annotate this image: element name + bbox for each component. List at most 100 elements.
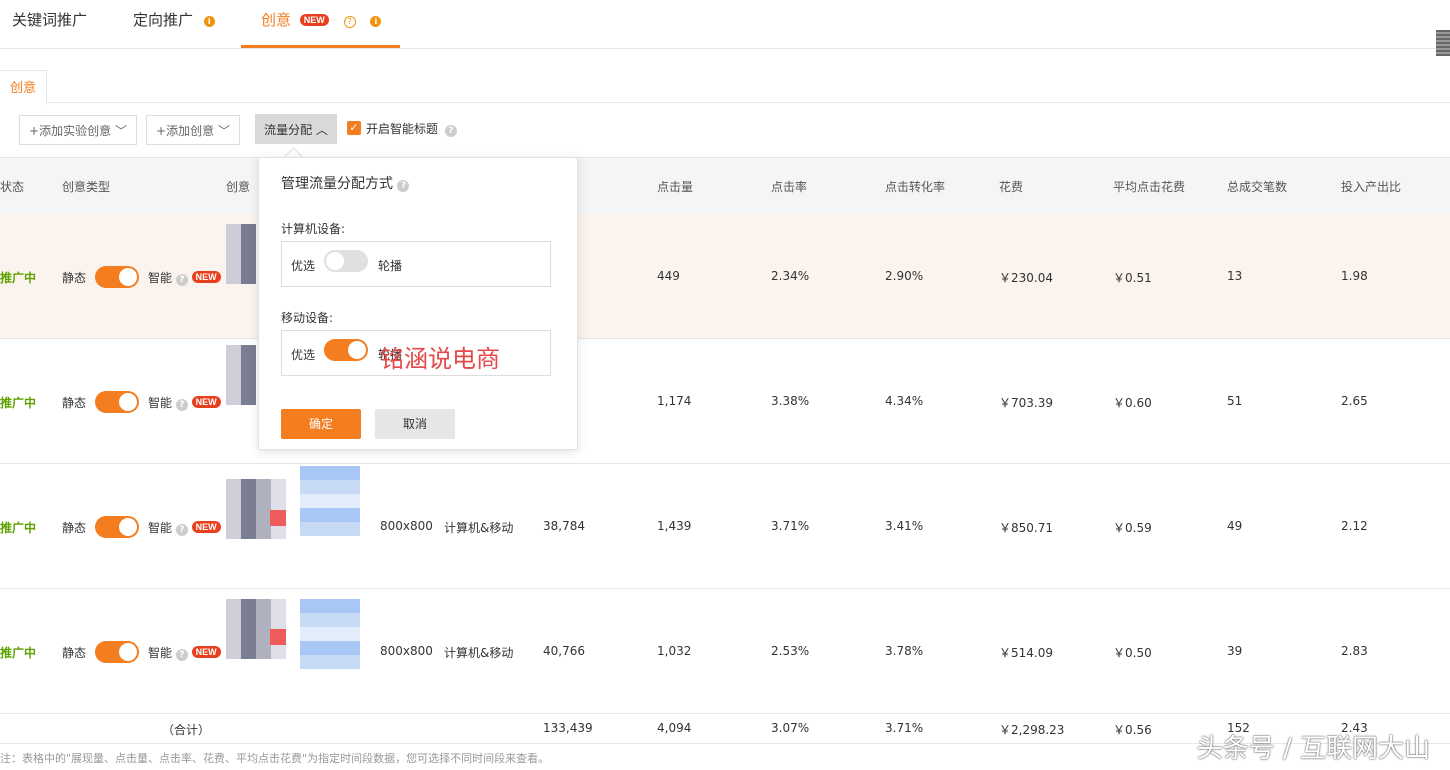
new-badge: NEW	[299, 14, 329, 26]
roi-value: 2.65	[1341, 394, 1368, 408]
table-row: 推广中 静态 智能 ? NEW 800x800 计算机&移动 40,766 1,…	[0, 589, 1450, 714]
cost-value: ￥703.39	[999, 396, 1053, 410]
cost-value: ￥514.09	[999, 646, 1053, 660]
total-impressions: 133,439	[543, 721, 593, 735]
traffic-allocation-button[interactable]: 流量分配 ︿	[255, 114, 337, 144]
cpc-value: ￥0.60	[1113, 396, 1152, 410]
total-ctr: 3.07%	[771, 721, 810, 735]
size-value: 800x800	[380, 519, 433, 533]
status-text: 推广中	[0, 521, 37, 535]
impressions-value: 40,766	[543, 644, 585, 658]
roi-value: 2.83	[1341, 644, 1368, 658]
creative-thumbnail-alt[interactable]	[300, 466, 360, 536]
creative-type-toggle[interactable]	[95, 641, 139, 663]
new-badge: NEW	[191, 646, 221, 658]
orders-value: 39	[1227, 644, 1243, 658]
tab-label: 创意	[261, 11, 292, 29]
creative-type-toggle[interactable]	[95, 516, 139, 538]
info-icon[interactable]: i	[203, 16, 215, 27]
smart-title-label: 开启智能标题 ?	[366, 120, 457, 137]
creative-thumbnail[interactable]	[226, 224, 256, 284]
status-text: 推广中	[0, 271, 37, 285]
cost-value: ￥230.04	[999, 271, 1053, 285]
total-label: （合计）	[162, 723, 211, 737]
column-header-cpc: 平均点击花费	[1113, 180, 1186, 194]
creative-type-toggle[interactable]	[95, 266, 139, 288]
pc-mode-toggle[interactable]	[324, 250, 368, 272]
roi-value: 1.98	[1341, 269, 1368, 283]
help-icon[interactable]: ?	[175, 649, 188, 661]
preferred-label: 优选	[291, 348, 316, 362]
pc-device-setting: 优选 轮播	[281, 241, 551, 287]
button-label: +添加实验创意	[29, 124, 112, 138]
pc-device-label: 计算机设备:	[281, 222, 346, 236]
cpc-value: ￥0.59	[1113, 521, 1152, 535]
mobile-mode-toggle[interactable]	[324, 339, 368, 361]
smart-label: 智能 ? NEW	[148, 519, 221, 536]
column-header-type: 创意类型	[62, 180, 111, 194]
smart-label: 智能 ? NEW	[148, 269, 221, 286]
help-icon[interactable]: ?	[343, 16, 356, 28]
cvr-value: 4.34%	[885, 394, 924, 408]
active-tab-indicator	[241, 45, 400, 48]
add-experiment-creative-button[interactable]: +添加实验创意 ﹀	[19, 115, 137, 145]
help-icon[interactable]: ?	[175, 274, 188, 286]
clicks-value: 1,174	[657, 394, 692, 408]
cvr-value: 3.78%	[885, 644, 924, 658]
traffic-allocation-popup: 管理流量分配方式 ? 计算机设备: 优选 轮播 移动设备: 优选 轮播 确定 取…	[258, 157, 578, 450]
help-icon[interactable]: ?	[444, 125, 457, 137]
cvr-value: 2.90%	[885, 269, 924, 283]
column-header-status: 状态	[0, 180, 25, 194]
smart-title-checkbox[interactable]: ✓	[347, 121, 361, 135]
new-badge: NEW	[191, 396, 221, 408]
top-tab-bar: 关键词推广 定向推广 i 创意 NEW ? i	[0, 0, 1450, 49]
tab-creative[interactable]: 创意 NEW ? i	[261, 0, 382, 48]
device-value: 计算机&移动	[444, 646, 514, 660]
cancel-button[interactable]: 取消	[375, 409, 455, 439]
roi-value: 2.12	[1341, 519, 1368, 533]
total-cost: ￥2,298.23	[999, 723, 1065, 737]
column-header-clicks: 点击量	[657, 180, 694, 194]
thumbnail-pixel	[270, 629, 286, 645]
creative-type-toggle[interactable]	[95, 391, 139, 413]
popup-title: 管理流量分配方式 ?	[281, 173, 410, 193]
cvr-value: 3.41%	[885, 519, 924, 533]
tab-label: 定向推广	[133, 11, 194, 29]
help-icon[interactable]: ?	[397, 180, 410, 192]
help-icon[interactable]: ?	[175, 524, 188, 536]
table-row: 推广中 静态 智能 ? NEW 3 449 2.34% 2.90% ￥230.0…	[0, 214, 1450, 339]
scroll-handle[interactable]	[1436, 30, 1450, 56]
info-icon[interactable]: i	[370, 16, 382, 27]
smart-label: 智能 ? NEW	[148, 644, 221, 661]
total-cpc: ￥0.56	[1113, 723, 1152, 737]
ctr-value: 3.38%	[771, 394, 810, 408]
clicks-value: 1,032	[657, 644, 692, 658]
static-label: 静态	[62, 521, 87, 535]
static-label: 静态	[62, 396, 87, 410]
cpc-value: ￥0.50	[1113, 646, 1152, 660]
new-badge: NEW	[191, 271, 221, 283]
chevron-up-icon: ︿	[315, 123, 328, 137]
creative-thumbnail[interactable]	[226, 479, 286, 539]
tab-targeted-promotion[interactable]: 定向推广 i	[133, 0, 215, 48]
add-creative-button[interactable]: +添加创意 ﹀	[146, 115, 240, 145]
impressions-value: 38,784	[543, 519, 585, 533]
chevron-down-icon: ﹀	[114, 124, 127, 138]
creative-thumbnail-alt[interactable]	[300, 599, 360, 669]
subtab-creative[interactable]: 创意	[0, 70, 47, 105]
confirm-button[interactable]: 确定	[281, 409, 361, 439]
column-header-cvr: 点击转化率	[885, 180, 946, 194]
status-text: 推广中	[0, 396, 37, 410]
thumbnail-pixel	[270, 510, 286, 526]
ctr-value: 3.71%	[771, 519, 810, 533]
creative-thumbnail[interactable]	[226, 345, 256, 405]
total-cvr: 3.71%	[885, 721, 924, 735]
new-badge: NEW	[191, 521, 221, 533]
table-row: 推广中 静态 智能 ? NEW 1 1,174 3.38% 4.34% ￥703…	[0, 339, 1450, 464]
corner-watermark: 头条号 / 互联网大山	[1196, 734, 1430, 764]
clicks-value: 449	[657, 269, 680, 283]
tab-keyword-promotion[interactable]: 关键词推广	[12, 0, 87, 48]
help-icon[interactable]: ?	[175, 399, 188, 411]
chevron-down-icon: ﹀	[217, 124, 230, 138]
column-header-orders: 总成交笔数	[1227, 180, 1288, 194]
